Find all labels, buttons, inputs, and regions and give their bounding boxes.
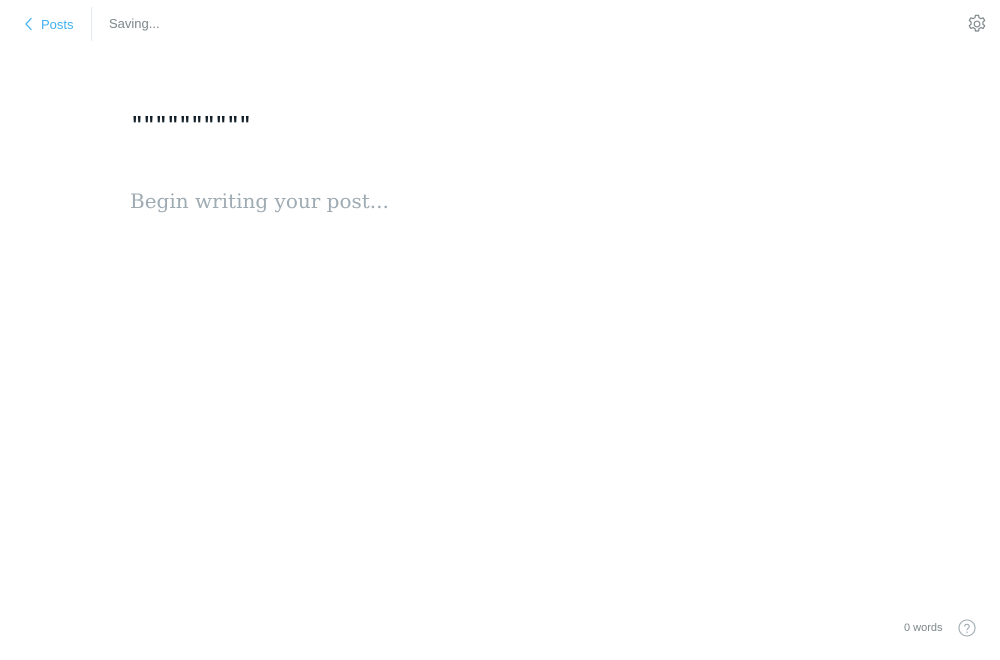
save-status: Saving...	[109, 16, 160, 31]
chevron-left-icon	[24, 17, 34, 31]
post-title-input[interactable]: """"""""""	[131, 112, 871, 142]
header-divider	[91, 7, 92, 41]
gear-icon[interactable]	[966, 13, 988, 35]
back-to-posts-link[interactable]: Posts	[24, 12, 74, 36]
question-circle-icon[interactable]	[958, 619, 976, 637]
editor-header: Posts Saving...	[0, 0, 1000, 48]
word-count: 0 words	[904, 622, 943, 634]
editor-page: Posts Saving... """""""""" Begin writing…	[0, 0, 1000, 660]
post-body-editor[interactable]: Begin writing your post...	[130, 185, 870, 217]
back-link-label: Posts	[41, 16, 74, 32]
